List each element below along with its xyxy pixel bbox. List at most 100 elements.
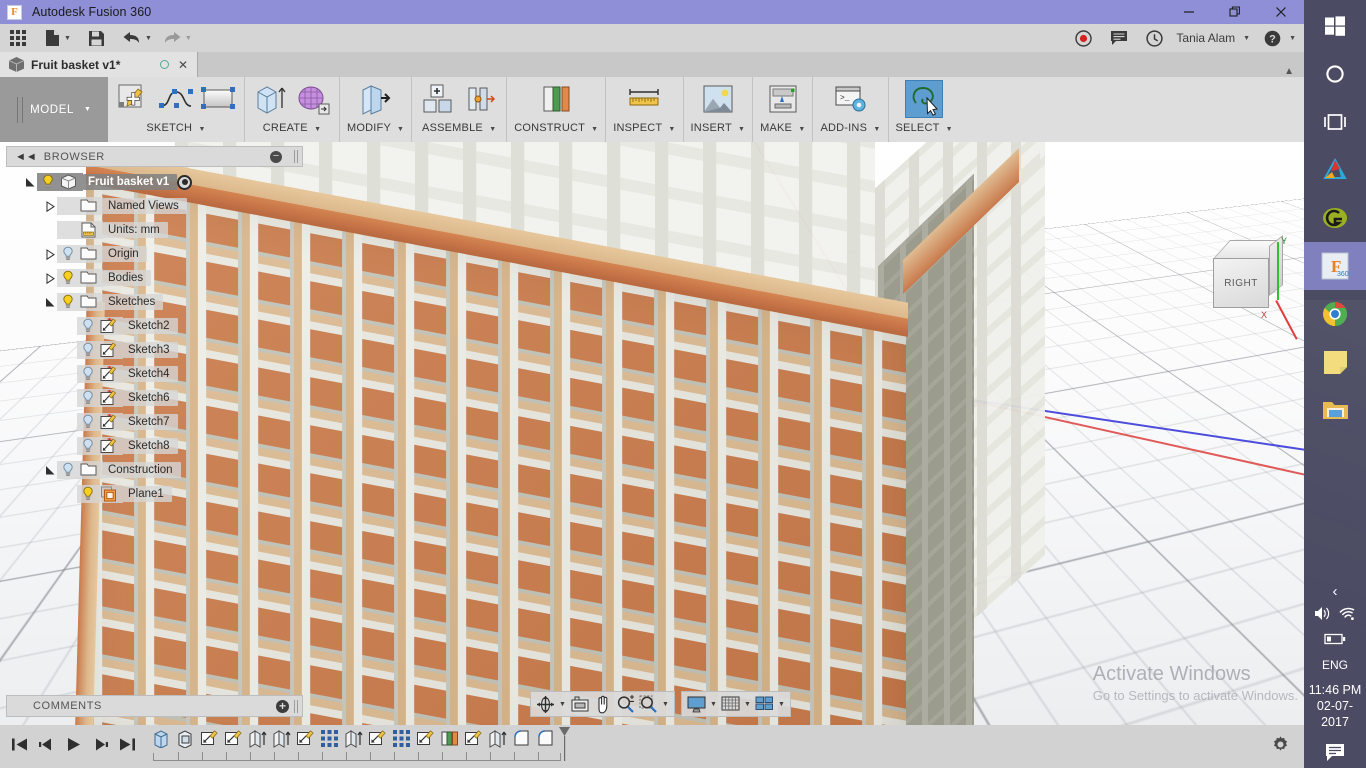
browser-tree-item[interactable]: Named Views: [6, 194, 303, 218]
insert-image-icon[interactable]: [699, 80, 737, 118]
visibility-bulb-icon[interactable]: [80, 366, 96, 382]
chevron-down-icon[interactable]: ▼: [1243, 35, 1250, 42]
ribbon-group-inspect-label[interactable]: INSPECT ▼: [613, 122, 675, 134]
comments-resize-grip[interactable]: [294, 699, 298, 713]
scripts-addins-icon[interactable]: >_: [832, 80, 870, 118]
redo-button[interactable]: ▼: [157, 24, 197, 52]
browser-tree-item[interactable]: Plane1: [6, 482, 303, 506]
comments-button[interactable]: [1097, 24, 1133, 52]
wifi-icon[interactable]: [1338, 606, 1356, 626]
browser-tree-item[interactable]: Sketch2: [6, 314, 303, 338]
feature-sketch-6[interactable]: [461, 729, 485, 753]
plus-circle-icon[interactable]: +: [276, 699, 289, 713]
go-to-beginning-button[interactable]: [7, 734, 31, 760]
visibility-bulb-icon[interactable]: [60, 462, 76, 478]
workspace-selector[interactable]: MODEL ▼: [0, 77, 108, 142]
chevron-down-icon[interactable]: ▼: [557, 701, 568, 708]
chevron-down-icon[interactable]: ▼: [1289, 35, 1296, 42]
expander-collapsed-icon[interactable]: [44, 272, 57, 285]
chevron-down-icon[interactable]: ▼: [776, 701, 787, 708]
go-to-end-button[interactable]: [115, 734, 139, 760]
double-chevron-left-icon[interactable]: ◄◄: [11, 151, 37, 163]
ribbon-group-assemble-label[interactable]: ASSEMBLE ▼: [422, 122, 496, 134]
view-cube[interactable]: RIGHT Y X: [1205, 234, 1301, 340]
language-indicator[interactable]: ENG: [1304, 658, 1366, 672]
file-explorer-button[interactable]: [1304, 386, 1366, 434]
undo-button[interactable]: ▼: [117, 24, 157, 52]
visibility-bulb-icon[interactable]: [80, 438, 96, 454]
timeline-features[interactable]: [149, 725, 570, 768]
start-button[interactable]: [1304, 2, 1366, 50]
3d-print-icon[interactable]: [764, 80, 802, 118]
app-grid-button[interactable]: [0, 24, 32, 52]
timeline-settings-button[interactable]: [1271, 735, 1304, 759]
expander-expanded-icon[interactable]: [44, 464, 57, 477]
save-button[interactable]: [83, 24, 110, 52]
ribbon-group-make-label[interactable]: MAKE ▼: [760, 122, 805, 134]
pan-hand-icon[interactable]: [591, 693, 614, 715]
minus-circle-icon[interactable]: −: [270, 150, 282, 163]
extrude-icon[interactable]: [252, 80, 290, 118]
sticky-notes-button[interactable]: [1304, 338, 1366, 386]
feature-shell-1[interactable]: [173, 729, 197, 753]
feature-sketch-3[interactable]: [293, 729, 317, 753]
feature-sketch-4[interactable]: [365, 729, 389, 753]
browser-tree-item[interactable]: Construction: [6, 458, 303, 482]
browser-tree-item[interactable]: Sketch6: [6, 386, 303, 410]
cortana-search-button[interactable]: [1304, 50, 1366, 98]
browser-tree-item[interactable]: Units: mm: [6, 218, 303, 242]
panel-resize-grip[interactable]: [294, 150, 298, 163]
new-component-icon[interactable]: [419, 80, 457, 118]
chevron-left-icon[interactable]: ‹: [1333, 583, 1338, 600]
ribbon-group-modify-label[interactable]: MODIFY ▼: [347, 122, 404, 134]
visibility-bulb-icon[interactable]: [80, 486, 96, 502]
feature-extrude-4[interactable]: [341, 729, 365, 753]
ribbon-group-select-label[interactable]: SELECT ▼: [896, 122, 953, 134]
zoom-magnifier-icon[interactable]: [614, 693, 637, 715]
browser-tree-item[interactable]: Sketch3: [6, 338, 303, 362]
ribbon-group-sketch-label[interactable]: SKETCH ▼: [146, 122, 205, 134]
orbit-icon[interactable]: [534, 693, 557, 715]
create-sketch-icon[interactable]: [115, 80, 153, 118]
fit-window-icon[interactable]: [637, 693, 660, 715]
feature-sketch-5[interactable]: [413, 729, 437, 753]
rectangle-icon[interactable]: [199, 80, 237, 118]
timeline-marker[interactable]: [559, 727, 570, 766]
browser-tree[interactable]: Fruit basket v1 Named Views Units: mm Origi…: [6, 170, 303, 506]
visibility-bulb-icon[interactable]: [60, 246, 76, 262]
gom-player-button[interactable]: [1304, 194, 1366, 242]
step-back-button[interactable]: [34, 734, 58, 760]
look-at-icon[interactable]: [568, 693, 591, 715]
viewports-icon[interactable]: [753, 693, 776, 715]
document-tab-fruit-basket[interactable]: Fruit basket v1* ✕: [0, 52, 198, 77]
chrome-button[interactable]: [1304, 290, 1366, 338]
clock-time[interactable]: 11:46 PM: [1304, 682, 1366, 698]
visibility-bulb-icon[interactable]: [80, 342, 96, 358]
feature-sketch-2[interactable]: [221, 729, 245, 753]
battery-icon[interactable]: [1324, 632, 1346, 650]
activate-component-radio[interactable]: [177, 174, 193, 190]
monitor-icon[interactable]: [685, 693, 708, 715]
feature-extrude-3[interactable]: [269, 729, 293, 753]
visibility-bulb-icon[interactable]: [60, 270, 76, 286]
ribbon-group-construct-label[interactable]: CONSTRUCT ▼: [514, 122, 598, 134]
browser-tree-item[interactable]: Origin: [6, 242, 303, 266]
browser-tree-item[interactable]: Sketches: [6, 290, 303, 314]
joint-icon[interactable]: [461, 80, 499, 118]
step-forward-button[interactable]: [88, 734, 112, 760]
fusion360-taskbar-button[interactable]: F 360: [1304, 242, 1366, 290]
close-button[interactable]: [1258, 0, 1304, 24]
visibility-bulb-icon[interactable]: [60, 294, 76, 310]
feature-extrude-1[interactable]: [149, 729, 173, 753]
speaker-icon[interactable]: [1314, 606, 1332, 626]
minimize-button[interactable]: [1166, 0, 1212, 24]
task-view-button[interactable]: [1304, 98, 1366, 146]
browser-tree-item[interactable]: Sketch7: [6, 410, 303, 434]
expander-collapsed-icon[interactable]: [44, 248, 57, 261]
visibility-bulb-icon[interactable]: [80, 414, 96, 430]
expander-expanded-icon[interactable]: [24, 176, 37, 189]
feature-plane-1[interactable]: [437, 729, 461, 753]
feature-pattern-2[interactable]: [389, 729, 413, 753]
play-button[interactable]: [61, 734, 85, 760]
new-file-button[interactable]: ▼: [39, 24, 76, 52]
